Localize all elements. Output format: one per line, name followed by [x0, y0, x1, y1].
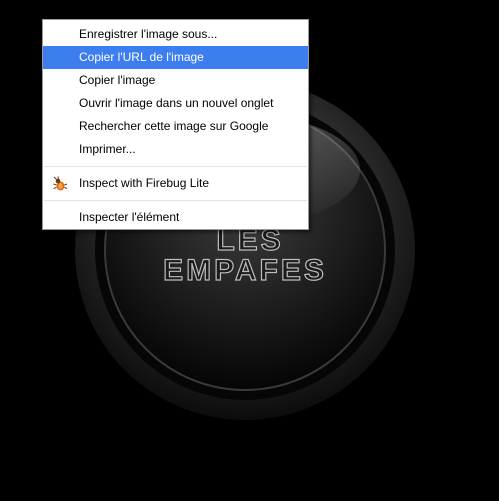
menu-item-search-image-google[interactable]: Rechercher cette image sur Google [43, 115, 308, 138]
menu-item-copy-image[interactable]: Copier l'image [43, 69, 308, 92]
menu-item-inspect-element[interactable]: Inspecter l'élément [43, 206, 308, 229]
logo-text-line2: EMPAFES [163, 254, 327, 287]
menu-item-label: Inspect with Firebug Lite [79, 176, 210, 190]
menu-item-copy-image-url[interactable]: Copier l'URL de l'image [43, 46, 308, 69]
menu-separator [44, 166, 307, 167]
firebug-icon [53, 176, 68, 191]
menu-item-firebug-lite[interactable]: Inspect with Firebug Lite [43, 172, 308, 195]
menu-item-print[interactable]: Imprimer... [43, 138, 308, 161]
menu-item-label: Copier l'URL de l'image [79, 50, 204, 64]
menu-item-label: Inspecter l'élément [79, 210, 180, 224]
menu-item-label: Ouvrir l'image dans un nouvel onglet [79, 96, 274, 110]
menu-item-label: Imprimer... [79, 142, 136, 156]
context-menu: Enregistrer l'image sous... Copier l'URL… [42, 19, 309, 230]
menu-item-label: Enregistrer l'image sous... [79, 27, 218, 41]
menu-separator [44, 200, 307, 201]
menu-item-save-image-as[interactable]: Enregistrer l'image sous... [43, 23, 308, 46]
menu-item-label: Rechercher cette image sur Google [79, 119, 269, 133]
menu-item-open-image-new-tab[interactable]: Ouvrir l'image dans un nouvel onglet [43, 92, 308, 115]
menu-item-label: Copier l'image [79, 73, 156, 87]
